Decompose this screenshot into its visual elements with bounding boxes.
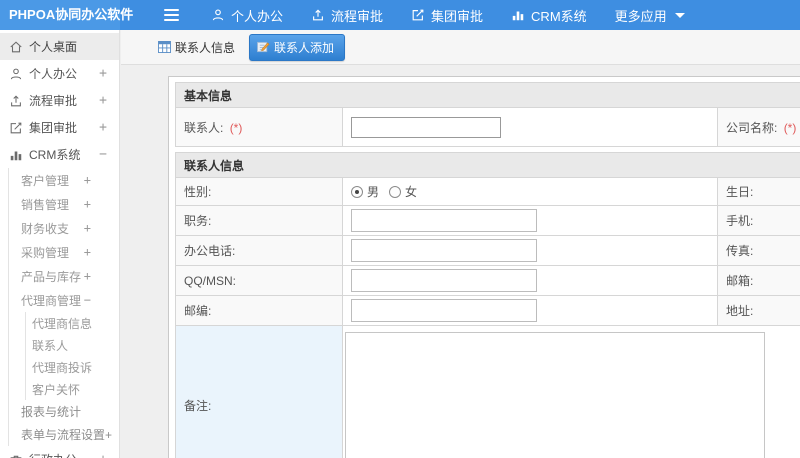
topnav-group-approval[interactable]: 集团审批 <box>411 6 483 25</box>
sidebar-item-agent-info[interactable]: 代理商信息 <box>26 312 119 334</box>
expand-icon[interactable]: + <box>84 173 91 187</box>
bar-chart-icon <box>511 8 525 22</box>
zip-input[interactable] <box>351 299 537 322</box>
required-mark: (*) <box>229 120 243 135</box>
app-window: PHPOA协同办公软件 个人办公 流程审批 集团审批 CRM系统 更多应用 个人… <box>0 0 800 458</box>
sidebar-item-crm-system[interactable]: CRM系统 − <box>0 141 119 168</box>
birthday-label-cell: 生日: <box>717 177 800 206</box>
crm-submenu: 客户管理 + 销售管理 + 财务收支 + 采购管理 + 产品与库存 + 代理商管… <box>8 168 119 446</box>
email-label-cell: 邮箱: <box>717 265 800 296</box>
user-icon <box>9 67 23 81</box>
required-mark: (*) <box>783 120 797 135</box>
expand-icon[interactable]: + <box>99 452 107 458</box>
sidebar-item-reports-statistics[interactable]: 报表与统计 <box>9 400 119 423</box>
remark-textarea[interactable] <box>345 332 765 458</box>
sidebar-item-agent-management[interactable]: 代理商管理 − <box>9 288 119 312</box>
gender-female-label: 女 <box>405 185 418 199</box>
edit-icon <box>411 8 425 22</box>
topnav-workflow-approval[interactable]: 流程审批 <box>311 6 383 25</box>
qq-label-cell: QQ/MSN: <box>175 265 343 296</box>
mobile-label-cell: 手机: <box>717 205 800 236</box>
office-phone-label-cell: 办公电话: <box>175 235 343 266</box>
zip-label-cell: 邮编: <box>175 295 343 326</box>
tab-bar: 联系人信息 联系人添加 <box>121 30 800 65</box>
gender-female-radio[interactable] <box>389 185 402 198</box>
job-input[interactable] <box>351 209 537 232</box>
expand-icon[interactable]: + <box>99 120 107 135</box>
sidebar-item-customer-care[interactable]: 客户关怀 <box>26 378 119 400</box>
contact-name-label-cell: 联系人: (*) <box>175 107 343 147</box>
sidebar-item-workflow-approval[interactable]: 流程审批 + <box>0 87 119 114</box>
collapse-icon[interactable]: − <box>84 293 91 307</box>
contact-name-input[interactable] <box>351 116 501 138</box>
home-icon <box>9 40 23 54</box>
company-name-label-cell: 公司名称: (*) <box>717 107 800 147</box>
app-logo: PHPOA协同办公软件 <box>0 0 133 30</box>
tab-contact-info[interactable]: 联系人信息 <box>152 35 241 60</box>
gender-male-radio[interactable] <box>351 185 363 198</box>
user-icon <box>211 8 225 22</box>
add-contact-icon <box>257 41 270 53</box>
qq-input[interactable] <box>351 269 537 292</box>
collapse-icon[interactable]: − <box>99 147 107 162</box>
sidebar-item-customer-management[interactable]: 客户管理 + <box>9 168 119 192</box>
topnav-more-apps[interactable]: 更多应用 <box>615 6 685 25</box>
office-phone-input[interactable] <box>351 239 537 262</box>
sidebar-item-admin-office[interactable]: 行政办公 + <box>0 446 119 458</box>
sidebar-item-contacts[interactable]: 联系人 <box>26 334 119 356</box>
sidebar-item-personal-office[interactable]: 个人办公 + <box>0 60 119 87</box>
section-title-contact-info: 联系人信息 <box>174 152 800 178</box>
sidebar-item-product-inventory[interactable]: 产品与库存 + <box>9 264 119 288</box>
sidebar: 个人桌面 个人办公 + 流程审批 + 集团审批 + CRM系统 − 客户管理 + <box>0 30 120 458</box>
sidebar-item-agent-complaints[interactable]: 代理商投诉 <box>26 356 119 378</box>
edit-icon <box>9 121 23 135</box>
briefcase-icon <box>9 453 23 458</box>
sidebar-item-form-workflow-settings[interactable]: 表单与流程设置+ <box>9 423 119 446</box>
topnav-crm-system[interactable]: CRM系统 <box>511 6 587 25</box>
gender-label-cell: 性别: <box>175 177 343 206</box>
caret-down-icon <box>674 12 685 18</box>
agent-submenu: 代理商信息 联系人 代理商投诉 客户关怀 <box>25 312 119 400</box>
sidebar-item-group-approval[interactable]: 集团审批 + <box>0 114 119 141</box>
sidebar-item-sales-management[interactable]: 销售管理 + <box>9 192 119 216</box>
sidebar-item-finance[interactable]: 财务收支 + <box>9 216 119 240</box>
upload-icon <box>9 94 23 108</box>
address-label-cell: 地址: <box>717 295 800 326</box>
expand-icon[interactable]: + <box>84 197 91 211</box>
sidebar-item-purchase-management[interactable]: 采购管理 + <box>9 240 119 264</box>
upload-icon <box>311 8 325 22</box>
top-navigation: 个人办公 流程审批 集团审批 CRM系统 更多应用 <box>211 6 685 25</box>
bar-chart-icon <box>9 148 23 162</box>
basic-info-section: 基本信息 联系人: (*) 公司名称: (*) <box>174 82 800 147</box>
hamburger-menu-icon[interactable] <box>164 9 179 21</box>
remark-label-cell: 备注: <box>175 325 343 458</box>
contact-add-form-panel: 基本信息 联系人: (*) 公司名称: (*) 联系人信息 性别: 男 女 生日… <box>168 76 800 458</box>
fax-label-cell: 传真: <box>717 235 800 266</box>
gender-male-label: 男 <box>367 185 380 199</box>
expand-icon[interactable]: + <box>84 269 91 283</box>
topnav-personal-office[interactable]: 个人办公 <box>211 6 283 25</box>
expand-icon[interactable]: + <box>84 221 91 235</box>
table-grid-icon <box>158 41 171 53</box>
job-label-cell: 职务: <box>175 205 343 236</box>
tab-contact-add[interactable]: 联系人添加 <box>249 33 346 61</box>
sidebar-item-personal-desktop[interactable]: 个人桌面 <box>0 33 119 60</box>
section-title-basic-info: 基本信息 <box>174 82 800 108</box>
gender-radio-group: 男 女 <box>351 183 713 200</box>
top-bar: PHPOA协同办公软件 个人办公 流程审批 集团审批 CRM系统 更多应用 <box>0 0 800 30</box>
expand-icon[interactable]: + <box>99 66 107 81</box>
contact-info-section: 联系人信息 性别: 男 女 生日: 职务: 手机: 办公电话: 传真: QQ/M… <box>174 152 800 458</box>
expand-icon[interactable]: + <box>84 245 91 259</box>
expand-icon[interactable]: + <box>99 93 107 108</box>
